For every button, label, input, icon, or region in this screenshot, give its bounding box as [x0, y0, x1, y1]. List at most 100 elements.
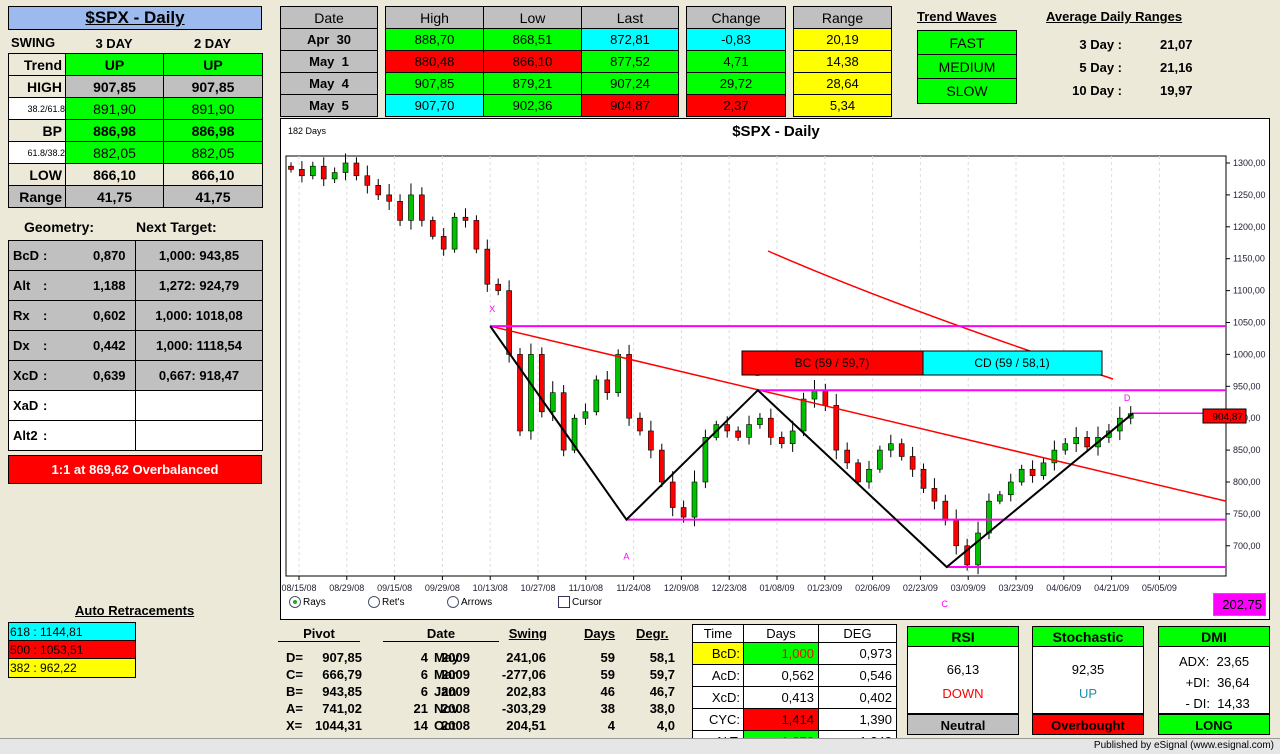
y-tick-label: 700,00: [1233, 541, 1261, 551]
candle: [887, 434, 894, 458]
pivot-s: 241,06: [506, 650, 546, 665]
x-tick-label: 01/08/09: [759, 583, 794, 593]
candle-body: [778, 437, 785, 445]
chart-canvas[interactable]: 08/15/08 08/29/08 09/15/08 09/29/08 10/13/08…: [281, 119, 1271, 621]
y-tick-label: 1300,00: [1233, 158, 1266, 168]
quote-date: Apr 30: [280, 28, 378, 51]
candle: [833, 393, 840, 460]
pivot-p: C=: [286, 667, 303, 682]
pivot-v: 907,85: [322, 650, 362, 665]
x-tick-label: 03/09/09: [951, 583, 986, 593]
candle-body: [844, 449, 850, 464]
rays-radio[interactable]: Rays: [289, 596, 326, 608]
time-row: BcD: 1,000 0,973: [692, 642, 897, 665]
radio-icon[interactable]: [368, 596, 380, 608]
pivot-days: 38: [600, 701, 615, 716]
swing-2day-value: 41,75: [163, 185, 263, 208]
time-row: CYC: 1,414 1,390: [692, 708, 897, 731]
pivot-deg: 4,0: [656, 718, 675, 733]
pivot-label-a: A: [623, 552, 629, 562]
candle-body: [887, 443, 894, 451]
cursor-checkbox[interactable]: Cursor: [558, 596, 602, 608]
chart-title: $SPX - Daily: [732, 123, 820, 140]
candle: [408, 183, 414, 230]
rsi-panel: RSI 66,13 DOWN Neutral: [907, 626, 1019, 735]
time-key: BcD:: [692, 642, 744, 665]
retracement-level: 618 : 1144,81: [9, 623, 135, 641]
price-chart[interactable]: 08/15/08 08/29/08 09/15/08 09/29/08 10/13/08…: [280, 118, 1270, 620]
candle: [942, 494, 949, 526]
candle-body: [942, 500, 949, 521]
rets-radio[interactable]: Ret's: [368, 596, 404, 608]
x-tick-label: 12/09/08: [664, 583, 699, 593]
candle: [364, 165, 371, 194]
trend-waves-label: Trend Waves: [917, 9, 997, 24]
candle-body: [909, 456, 916, 470]
quote-range: 14,38: [793, 50, 892, 73]
pivot-s: 202,83: [506, 684, 546, 699]
radio-icon[interactable]: [447, 596, 459, 608]
arrows-radio[interactable]: Arrows: [447, 596, 492, 608]
quote-row: May 4: [280, 72, 378, 95]
quote-high: 907,85: [385, 72, 484, 95]
y-tick-label: 1000,00: [1233, 349, 1266, 359]
period-label: 182 Days: [288, 126, 327, 136]
pivot-p: B=: [286, 684, 303, 699]
col-2day-label: 2 DAY: [193, 36, 232, 51]
candle: [320, 157, 327, 187]
dmi-title: DMI: [1159, 627, 1269, 647]
geometry-ratio-cell: XaD:: [8, 390, 136, 421]
rsi-status: Neutral: [908, 713, 1018, 734]
candle: [429, 216, 436, 240]
trend-wave-medium[interactable]: MEDIUM: [918, 55, 1016, 79]
candle-body: [386, 194, 392, 202]
candle: [560, 385, 567, 457]
pivot-p: X=: [286, 718, 303, 733]
candle: [702, 429, 709, 489]
candle-body: [1062, 443, 1069, 451]
quote-change: 29,72: [686, 72, 786, 95]
rsi-value: 66,13: [946, 662, 980, 677]
trend-wave-slow[interactable]: SLOW: [918, 79, 1016, 103]
time-deg: 1,390: [818, 708, 897, 731]
candle-body: [757, 417, 763, 425]
swing-row: BP 886,98 886,98: [8, 119, 263, 142]
swing-3day-value: 41,75: [65, 185, 164, 208]
swing-3day-value: UP: [65, 53, 164, 76]
geometry-row: BcD: 0,870 1,000: 943,85: [8, 240, 263, 271]
checkbox-icon[interactable]: [558, 596, 570, 608]
x-tick-label: 05/05/09: [1142, 583, 1177, 593]
swing-row: Trend UP UP: [8, 53, 263, 76]
quote-row: -0,83: [686, 28, 786, 51]
trend-wave-fast[interactable]: FAST: [918, 31, 1016, 55]
geometry-ratio: 0,639: [93, 368, 126, 383]
candle-body: [920, 468, 927, 489]
swing-row-label: 38.2/61.8: [8, 97, 66, 120]
radio-selected-icon[interactable]: [289, 596, 301, 608]
geometry-sep: :: [43, 308, 48, 323]
candle-body: [353, 162, 360, 177]
pivot-y: 2008: [441, 701, 470, 716]
x-tick-label: 04/06/09: [1046, 583, 1081, 593]
swing-table: Trend UP UP HIGH 907,85 907,85 38.2/61.8 891,90…: [8, 53, 263, 208]
geometry-target: [135, 420, 263, 451]
y-tick-label: 1200,00: [1233, 222, 1266, 232]
candle: [637, 412, 643, 436]
y-tick-label: 750,00: [1233, 509, 1261, 519]
quote-range: 5,34: [793, 94, 892, 117]
geometry-sep: :: [43, 248, 48, 263]
time-key: CYC:: [692, 708, 744, 731]
x-tick-label: 12/23/08: [712, 583, 747, 593]
overbalanced-bar: 1:1 at 869,62 Overbalanced: [8, 455, 262, 484]
geometry-row: Dx: 0,442 1,000: 1118,54: [8, 330, 263, 361]
x-tick-label: 08/29/08: [329, 583, 364, 593]
geometry-row: Alt2:: [8, 420, 263, 451]
adr-period: 5 Day :: [1079, 60, 1122, 75]
candle: [997, 490, 1003, 505]
candle-body: [408, 194, 414, 221]
quote-low: 902,36: [483, 94, 582, 117]
candle-body: [288, 165, 294, 170]
candle: [473, 215, 480, 254]
cd-label: CD (59 / 58,1): [974, 356, 1049, 370]
y-tick-label: 1150,00: [1233, 254, 1265, 264]
